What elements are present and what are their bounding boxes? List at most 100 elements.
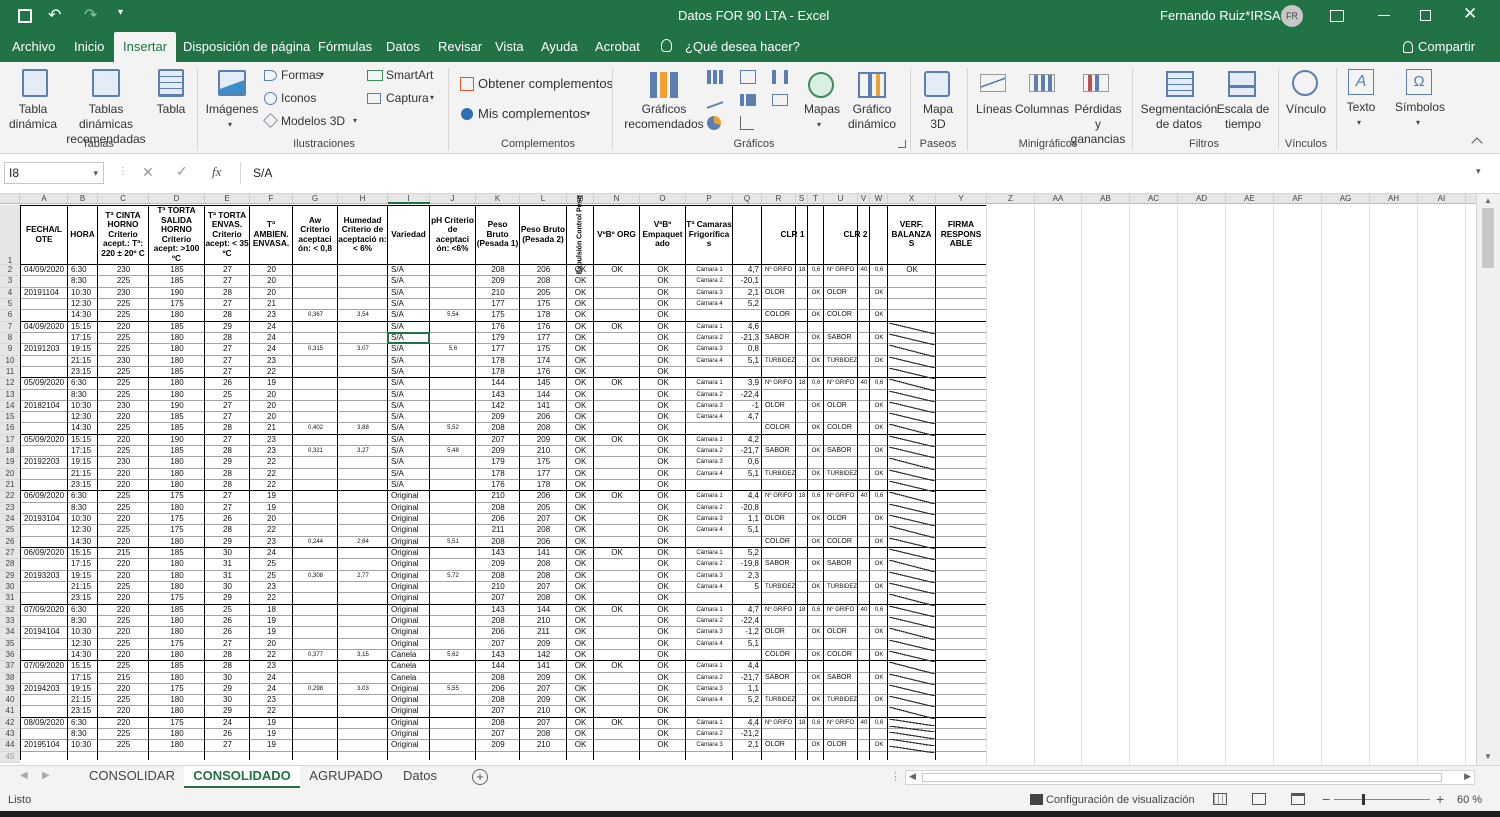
cell-q[interactable]: 4,7 xyxy=(734,605,761,615)
cell-g[interactable] xyxy=(294,661,337,671)
cell-f[interactable]: 19 xyxy=(251,729,292,739)
cell-v[interactable] xyxy=(859,310,869,320)
cell-o[interactable]: OK xyxy=(641,469,685,479)
cell-l[interactable]: 210 xyxy=(521,706,566,716)
cell-c[interactable]: 225 xyxy=(99,729,148,739)
cell-w[interactable]: OK xyxy=(871,537,887,547)
cell-j[interactable] xyxy=(431,322,475,332)
cell-s[interactable] xyxy=(797,525,807,535)
cell-m[interactable]: OK xyxy=(568,593,593,603)
cell-f[interactable]: 22 xyxy=(251,525,292,535)
cell-w[interactable]: 0,6 xyxy=(871,605,887,615)
column-header[interactable]: AI xyxy=(1418,194,1466,204)
cell-k[interactable]: 207 xyxy=(477,729,519,739)
cell-n2[interactable] xyxy=(595,423,639,433)
cell-a[interactable] xyxy=(22,333,67,343)
cell-t[interactable] xyxy=(809,344,823,354)
cell-s[interactable]: 18 xyxy=(797,718,807,728)
cell-t[interactable]: OK xyxy=(809,356,823,366)
models-3d-button[interactable]: Modelos 3D xyxy=(281,113,345,129)
cell-k[interactable]: 211 xyxy=(477,525,519,535)
cell-a[interactable]: 07/09/2020 xyxy=(22,605,67,615)
cell-k[interactable]: 143 xyxy=(477,605,519,615)
cell-q[interactable]: 4,7 xyxy=(734,412,761,422)
cell-c[interactable]: 220 xyxy=(99,571,148,581)
cell-w[interactable] xyxy=(871,639,887,649)
cell-s[interactable] xyxy=(797,729,807,739)
cell-q[interactable] xyxy=(734,593,761,603)
cell-j[interactable] xyxy=(431,718,475,728)
cell-a[interactable] xyxy=(22,299,67,309)
cell-h[interactable] xyxy=(339,706,387,716)
cell-i[interactable]: Original xyxy=(389,616,429,626)
row-header[interactable]: 11 xyxy=(0,366,20,379)
cell-p[interactable]: Cámara 2 xyxy=(687,673,732,683)
cell-p[interactable]: Cámara 3 xyxy=(687,457,732,467)
cell-k[interactable]: 179 xyxy=(477,457,519,467)
cell-k[interactable]: 177 xyxy=(477,299,519,309)
cell-m[interactable]: OK xyxy=(568,706,593,716)
zoom-slider-thumb[interactable] xyxy=(1362,794,1365,805)
cell-l[interactable]: 207 xyxy=(521,684,566,694)
cell-m[interactable]: OK xyxy=(568,288,593,298)
row-header[interactable]: 22 xyxy=(0,491,20,503)
cell-b[interactable]: 14:30 xyxy=(69,310,97,320)
cell-f[interactable]: 23 xyxy=(251,695,292,705)
cell-g[interactable] xyxy=(294,639,337,649)
cell-t[interactable]: OK xyxy=(809,333,823,343)
cell-h[interactable] xyxy=(339,695,387,705)
cell-a[interactable] xyxy=(22,310,67,320)
cell-q[interactable]: 1,1 xyxy=(734,684,761,694)
cell-n2[interactable] xyxy=(595,310,639,320)
column-header[interactable]: D xyxy=(149,194,205,204)
cell-c[interactable]: 225 xyxy=(99,503,148,513)
row-header[interactable]: 33 xyxy=(0,615,20,628)
cell-q[interactable] xyxy=(734,706,761,716)
cell-m[interactable]: OK xyxy=(568,514,593,524)
cell-x[interactable] xyxy=(889,299,935,309)
cell-o[interactable]: OK xyxy=(641,412,685,422)
cell-o[interactable]: OK xyxy=(641,650,685,660)
cell-o[interactable]: OK xyxy=(641,605,685,615)
cell-m[interactable]: OK xyxy=(568,571,593,581)
cell-i[interactable]: Original xyxy=(389,582,429,592)
cell-n2[interactable] xyxy=(595,514,639,524)
cell-c[interactable]: 225 xyxy=(99,446,148,456)
cell-s[interactable] xyxy=(797,367,807,377)
cell-a[interactable]: 20182104 xyxy=(22,401,67,411)
cell-i[interactable]: Original xyxy=(389,514,429,524)
cell-a[interactable] xyxy=(22,650,67,660)
cell-q[interactable]: 0,6 xyxy=(734,457,761,467)
cell-w[interactable] xyxy=(871,571,887,581)
cell-t[interactable] xyxy=(809,639,823,649)
cell-q[interactable]: 2,1 xyxy=(734,740,761,750)
cell-w[interactable] xyxy=(871,390,887,400)
cell-h[interactable] xyxy=(339,729,387,739)
column-header[interactable]: R xyxy=(762,194,796,204)
cell-n2[interactable] xyxy=(595,525,639,535)
worksheet-grid[interactable]: A B C D E F G H I J K L M N O P Q R S T U V W X Y Z AA AB AC AD AE AF AG… xyxy=(0,194,1476,765)
cell-t[interactable]: OK xyxy=(809,469,823,479)
cell-s[interactable] xyxy=(797,661,807,671)
cell-e[interactable]: 26 xyxy=(206,627,249,637)
cell-j[interactable] xyxy=(431,729,475,739)
cell-r[interactable] xyxy=(763,435,795,445)
column-header[interactable]: W xyxy=(870,194,888,204)
cell-a[interactable] xyxy=(22,469,67,479)
cell-g[interactable] xyxy=(294,548,337,558)
cell-q[interactable]: 4,4 xyxy=(734,491,761,501)
column-header[interactable]: O xyxy=(640,194,686,204)
cell-e[interactable]: 27 xyxy=(206,299,249,309)
cell-l[interactable]: 209 xyxy=(521,673,566,683)
cell-e[interactable]: 28 xyxy=(206,446,249,456)
cell-p[interactable]: Cámara 3 xyxy=(687,288,732,298)
cell-t[interactable]: OK xyxy=(809,514,823,524)
cell-o[interactable]: OK xyxy=(641,491,685,501)
cell-c[interactable]: 230 xyxy=(99,356,148,366)
row-header[interactable]: 28 xyxy=(0,559,20,571)
cell-w[interactable]: 0,6 xyxy=(871,718,887,728)
cell-h[interactable]: 3,07 xyxy=(339,344,387,354)
cell-c[interactable]: 225 xyxy=(99,333,148,343)
cell-k[interactable]: 144 xyxy=(477,378,519,388)
cell-b[interactable]: 8:30 xyxy=(69,276,97,286)
